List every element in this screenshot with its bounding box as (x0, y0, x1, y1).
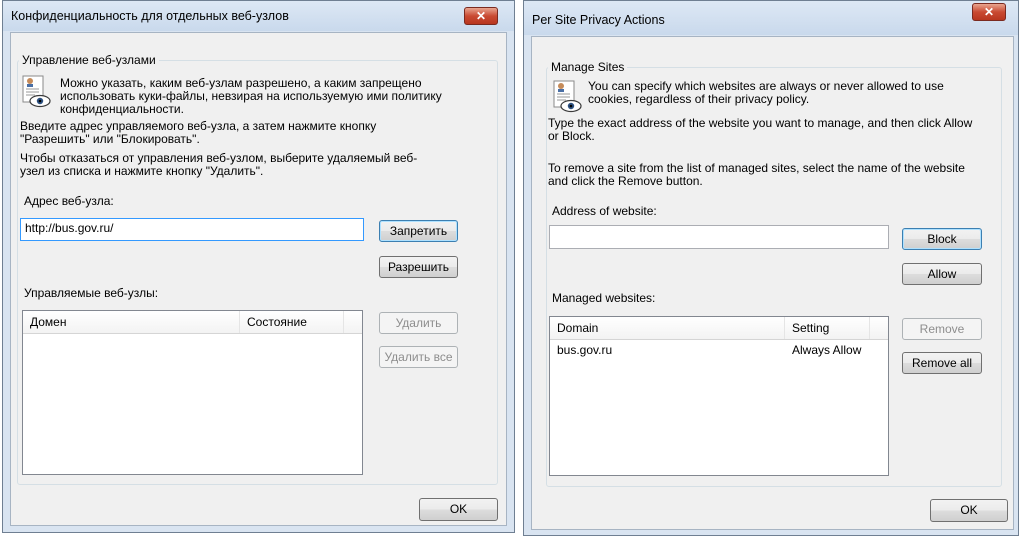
en-column-domain[interactable]: Domain (550, 317, 785, 339)
ru-remove-all-button[interactable]: Удалить все (379, 346, 458, 368)
ru-instruction: Введите адрес управляемого веб-узла, а з… (20, 119, 377, 146)
en-allow-button[interactable]: Allow (902, 263, 982, 285)
en-remove-instruction: To remove a site from the list of manage… (548, 161, 965, 188)
en-address-label: Address of website: (552, 204, 657, 218)
close-icon: ✕ (983, 5, 995, 19)
en-managed-list[interactable]: Domain Setting bus.gov.ru Always Allow (549, 316, 889, 476)
en-column-setting[interactable]: Setting (785, 317, 870, 339)
en-group-label: Manage Sites (548, 60, 628, 74)
ru-description: Можно указать, каким веб-узлам разрешено… (60, 76, 442, 116)
ru-block-button[interactable]: Запретить (379, 220, 458, 242)
en-instruction: Type the exact address of the website yo… (548, 116, 973, 143)
en-remove-all-button[interactable]: Remove all (902, 352, 982, 374)
ru-window-title: Конфиденциальность для отдельных веб-узл… (11, 9, 289, 23)
en-row-domain: bus.gov.ru (557, 343, 613, 357)
en-managed-label: Managed websites: (552, 291, 656, 305)
en-ok-button[interactable]: OK (930, 499, 1008, 522)
table-row[interactable]: bus.gov.ru Always Allow (550, 341, 888, 359)
en-list-header: Domain Setting (550, 317, 888, 340)
ru-remove-instruction: Чтобы отказаться от управления веб-узлом… (20, 151, 418, 178)
ru-managed-label: Управляемые веб-узлы: (24, 286, 159, 300)
ru-title-bar[interactable]: Конфиденциальность для отдельных веб-узл… (3, 1, 514, 31)
ru-dialog-window: Конфиденциальность для отдельных веб-узл… (2, 0, 515, 533)
ru-ok-button[interactable]: OK (419, 498, 498, 521)
en-row-setting: Always Allow (792, 343, 862, 357)
en-description: You can specify which websites are alway… (588, 79, 944, 106)
en-remove-button[interactable]: Remove (902, 318, 982, 340)
en-window-title: Per Site Privacy Actions (532, 13, 665, 27)
en-dialog-window: Per Site Privacy Actions ✕ Manage Sites … (523, 0, 1019, 536)
ru-address-input[interactable]: http://bus.gov.ru/ (20, 218, 364, 241)
ru-allow-button[interactable]: Разрешить (379, 256, 458, 278)
privacy-eye-icon (553, 80, 582, 113)
ru-manage-sites-group: Управление веб-узлами Можно указать, как… (17, 53, 498, 485)
ru-managed-list[interactable]: Домен Состояние (22, 310, 363, 475)
ru-close-button[interactable]: ✕ (464, 7, 498, 25)
en-address-input[interactable] (549, 225, 889, 249)
en-title-bar[interactable]: Per Site Privacy Actions ✕ (524, 1, 1018, 35)
en-dialog-body: Manage Sites You can specify which websi… (531, 36, 1014, 530)
ru-column-domain[interactable]: Домен (23, 311, 240, 333)
en-close-button[interactable]: ✕ (972, 3, 1006, 21)
ru-remove-button[interactable]: Удалить (379, 312, 458, 334)
ru-address-label: Адрес веб-узла: (24, 194, 114, 208)
close-icon: ✕ (475, 9, 487, 23)
ru-group-label: Управление веб-узлами (19, 53, 159, 67)
ru-dialog-body: Управление веб-узлами Можно указать, как… (10, 32, 507, 526)
privacy-eye-icon (22, 75, 51, 108)
ru-column-setting[interactable]: Состояние (240, 311, 344, 333)
en-block-button[interactable]: Block (902, 228, 982, 250)
en-manage-sites-group: Manage Sites You can specify which websi… (546, 60, 1002, 487)
ru-list-header: Домен Состояние (23, 311, 362, 334)
